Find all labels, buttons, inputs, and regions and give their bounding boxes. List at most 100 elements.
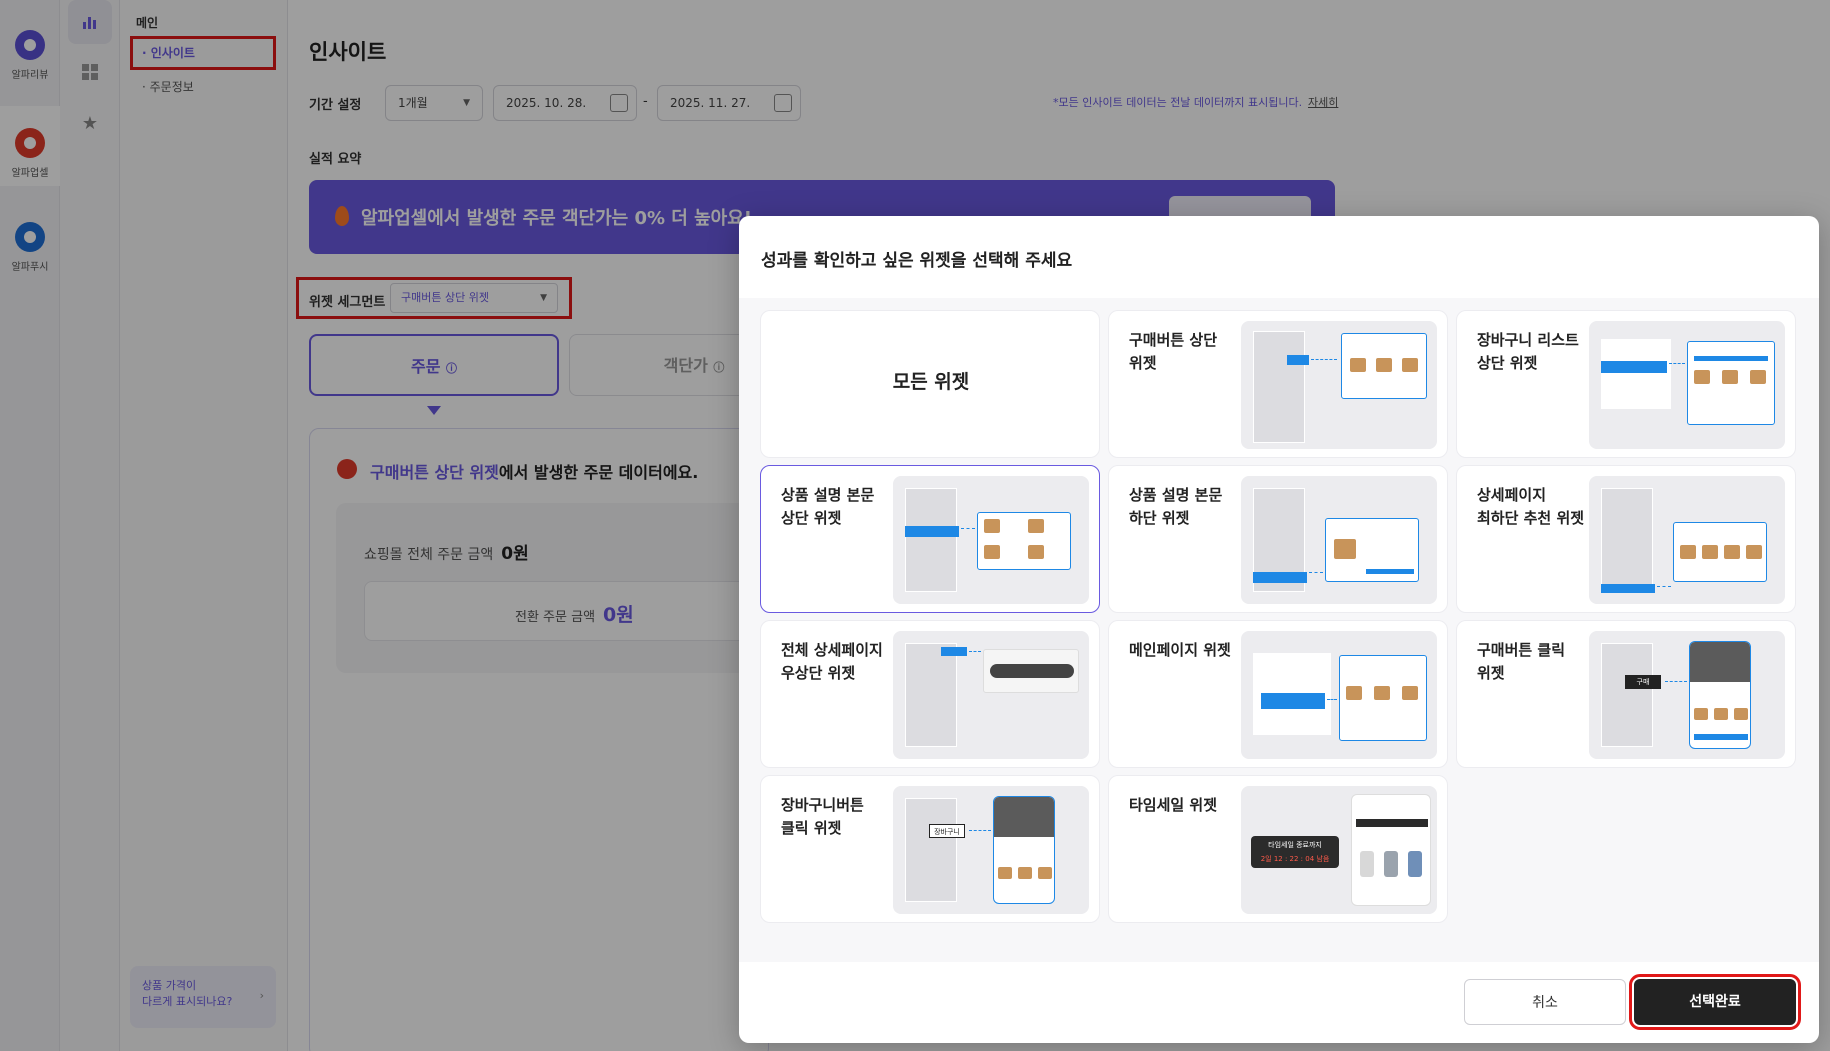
widget-card-buy-button-top[interactable]: 구매버튼 상단 위젯 xyxy=(1108,310,1448,458)
cart-button-mock: 장바구니 xyxy=(929,824,965,838)
widget-preview-image: 장바구니 xyxy=(893,786,1089,914)
connector-line xyxy=(1669,363,1685,364)
product-box-icon xyxy=(1722,370,1738,384)
modal-footer: 취소 선택완료 xyxy=(739,962,1819,1043)
timesale-countdown-mock: 타임세일 종료까지 2일 12 : 22 : 04 남음 xyxy=(1251,836,1339,868)
widget-card-title: 구매버튼 상단 위젯 xyxy=(1129,331,1218,372)
timesale-phone-mock xyxy=(1351,794,1431,906)
widget-preview-image xyxy=(893,631,1089,759)
page-mock xyxy=(1601,488,1653,592)
product-box-icon xyxy=(1376,358,1392,372)
page-mock xyxy=(905,488,957,592)
widget-popup-mock xyxy=(977,512,1071,570)
widget-preview-image xyxy=(1589,321,1785,449)
connector-line xyxy=(1327,699,1337,700)
widget-popup-mock xyxy=(983,649,1079,693)
page-mock xyxy=(905,798,957,902)
widget-popup-mock xyxy=(1339,655,1427,741)
page-mock xyxy=(905,643,957,747)
connector-line xyxy=(961,528,975,529)
widget-select-modal: 성과를 확인하고 싶은 위젯을 선택해 주세요 모든 위젯 구매버튼 상단 위젯… xyxy=(739,216,1819,1043)
widget-card-main-page[interactable]: 메인페이지 위젯 xyxy=(1108,620,1448,768)
widget-highlight xyxy=(905,526,959,537)
widget-phone-mock xyxy=(993,796,1055,904)
product-box-icon xyxy=(1724,545,1740,559)
product-box-icon xyxy=(1680,545,1696,559)
product-image xyxy=(1360,851,1374,877)
buy-button-mock: 구매 xyxy=(1625,675,1661,689)
widget-highlight xyxy=(1601,584,1655,593)
product-box-icon xyxy=(1402,358,1418,372)
widget-card-title: 장바구니버튼 클릭 위젯 xyxy=(781,796,864,837)
widget-popup-mock xyxy=(1325,518,1419,582)
widget-card-all[interactable]: 모든 위젯 xyxy=(760,310,1100,458)
product-box-icon xyxy=(1694,708,1708,720)
connector-line xyxy=(969,651,981,652)
widget-card-description-top[interactable]: 상품 설명 본문 상단 위젯 xyxy=(760,465,1100,613)
product-box-icon xyxy=(1018,867,1032,879)
widget-card-cart-button-click[interactable]: 장바구니버튼 클릭 위젯 장바구니 xyxy=(760,775,1100,923)
product-image xyxy=(1408,851,1422,877)
product-box-icon xyxy=(1346,686,1362,700)
phone-header xyxy=(1690,642,1750,682)
widget-card-title: 장바구니 리스트 상단 위젯 xyxy=(1477,331,1579,372)
modal-title: 성과를 확인하고 싶은 위젯을 선택해 주세요 xyxy=(761,251,1073,271)
widget-card-title: 전체 상세페이지 우상단 위젯 xyxy=(781,641,883,682)
page-mock xyxy=(1601,339,1671,409)
widget-preview-image xyxy=(1589,476,1785,604)
product-box-icon xyxy=(1350,358,1366,372)
widget-card-detail-bottom-recommend[interactable]: 상세페이지 최하단 추천 위젯 xyxy=(1456,465,1796,613)
widget-preview-image xyxy=(893,476,1089,604)
widget-card-title: 상품 설명 본문 상단 위젯 xyxy=(781,486,875,527)
product-box-icon xyxy=(984,519,1000,533)
widget-highlight xyxy=(941,647,967,656)
product-box-icon xyxy=(1714,708,1728,720)
phone-header xyxy=(994,797,1054,837)
product-box-icon xyxy=(1746,545,1762,559)
confirm-selection-button[interactable]: 선택완료 xyxy=(1629,974,1801,1030)
widget-card-cart-list-top[interactable]: 장바구니 리스트 상단 위젯 xyxy=(1456,310,1796,458)
product-image xyxy=(1384,851,1398,877)
connector-line xyxy=(1311,359,1337,360)
product-box-icon xyxy=(1702,545,1718,559)
connector-line xyxy=(1309,572,1323,573)
timesale-bar xyxy=(1356,819,1428,827)
widget-card-title: 모든 위젯 xyxy=(892,371,970,393)
product-box-icon xyxy=(1028,519,1044,533)
connector-line xyxy=(969,830,991,831)
product-box-icon xyxy=(998,867,1012,879)
product-box-icon xyxy=(984,545,1000,559)
product-box-icon xyxy=(1334,539,1356,559)
widget-card-description-bottom[interactable]: 상품 설명 본문 하단 위젯 xyxy=(1108,465,1448,613)
widget-card-title: 상세페이지 최하단 추천 위젯 xyxy=(1477,486,1585,527)
widget-preview-image: 타임세일 종료까지 2일 12 : 22 : 04 남음 xyxy=(1241,786,1437,914)
connector-line xyxy=(1665,681,1687,682)
widget-preview-image xyxy=(1241,476,1437,604)
widget-popup-mock xyxy=(1341,333,1427,399)
widget-preview-image: 구매 xyxy=(1589,631,1785,759)
connector-line xyxy=(1657,586,1671,587)
widget-highlight xyxy=(1694,356,1768,361)
widget-popup-mock xyxy=(1687,341,1775,425)
widget-card-buy-button-click[interactable]: 구매버튼 클릭 위젯 구매 xyxy=(1456,620,1796,768)
widget-highlight xyxy=(1253,572,1307,583)
product-box-icon xyxy=(1402,686,1418,700)
widget-card-title: 상품 설명 본문 하단 위젯 xyxy=(1129,486,1223,527)
product-box-icon xyxy=(1374,686,1390,700)
widget-highlight xyxy=(1366,569,1414,574)
widget-card-title: 구매버튼 클릭 위젯 xyxy=(1477,641,1566,682)
widget-highlight xyxy=(1261,693,1325,709)
widget-highlight xyxy=(1287,355,1309,365)
cancel-button[interactable]: 취소 xyxy=(1464,979,1626,1025)
product-box-icon xyxy=(1028,545,1044,559)
widget-card-detail-top-right[interactable]: 전체 상세페이지 우상단 위젯 xyxy=(760,620,1100,768)
widget-preview-image xyxy=(1241,631,1437,759)
page-mock xyxy=(1601,643,1653,747)
widget-popup-mock xyxy=(1673,522,1767,582)
product-box-icon xyxy=(1038,867,1052,879)
widget-card-grid: 모든 위젯 구매버튼 상단 위젯 장바구니 리스트 상단 위젯 상품 설명 본문… xyxy=(739,298,1819,962)
widget-preview-image xyxy=(1241,321,1437,449)
widget-card-time-sale[interactable]: 타임세일 위젯 타임세일 종료까지 2일 12 : 22 : 04 남음 xyxy=(1108,775,1448,923)
widget-phone-mock xyxy=(1689,641,1751,749)
widget-highlight xyxy=(1694,734,1748,740)
